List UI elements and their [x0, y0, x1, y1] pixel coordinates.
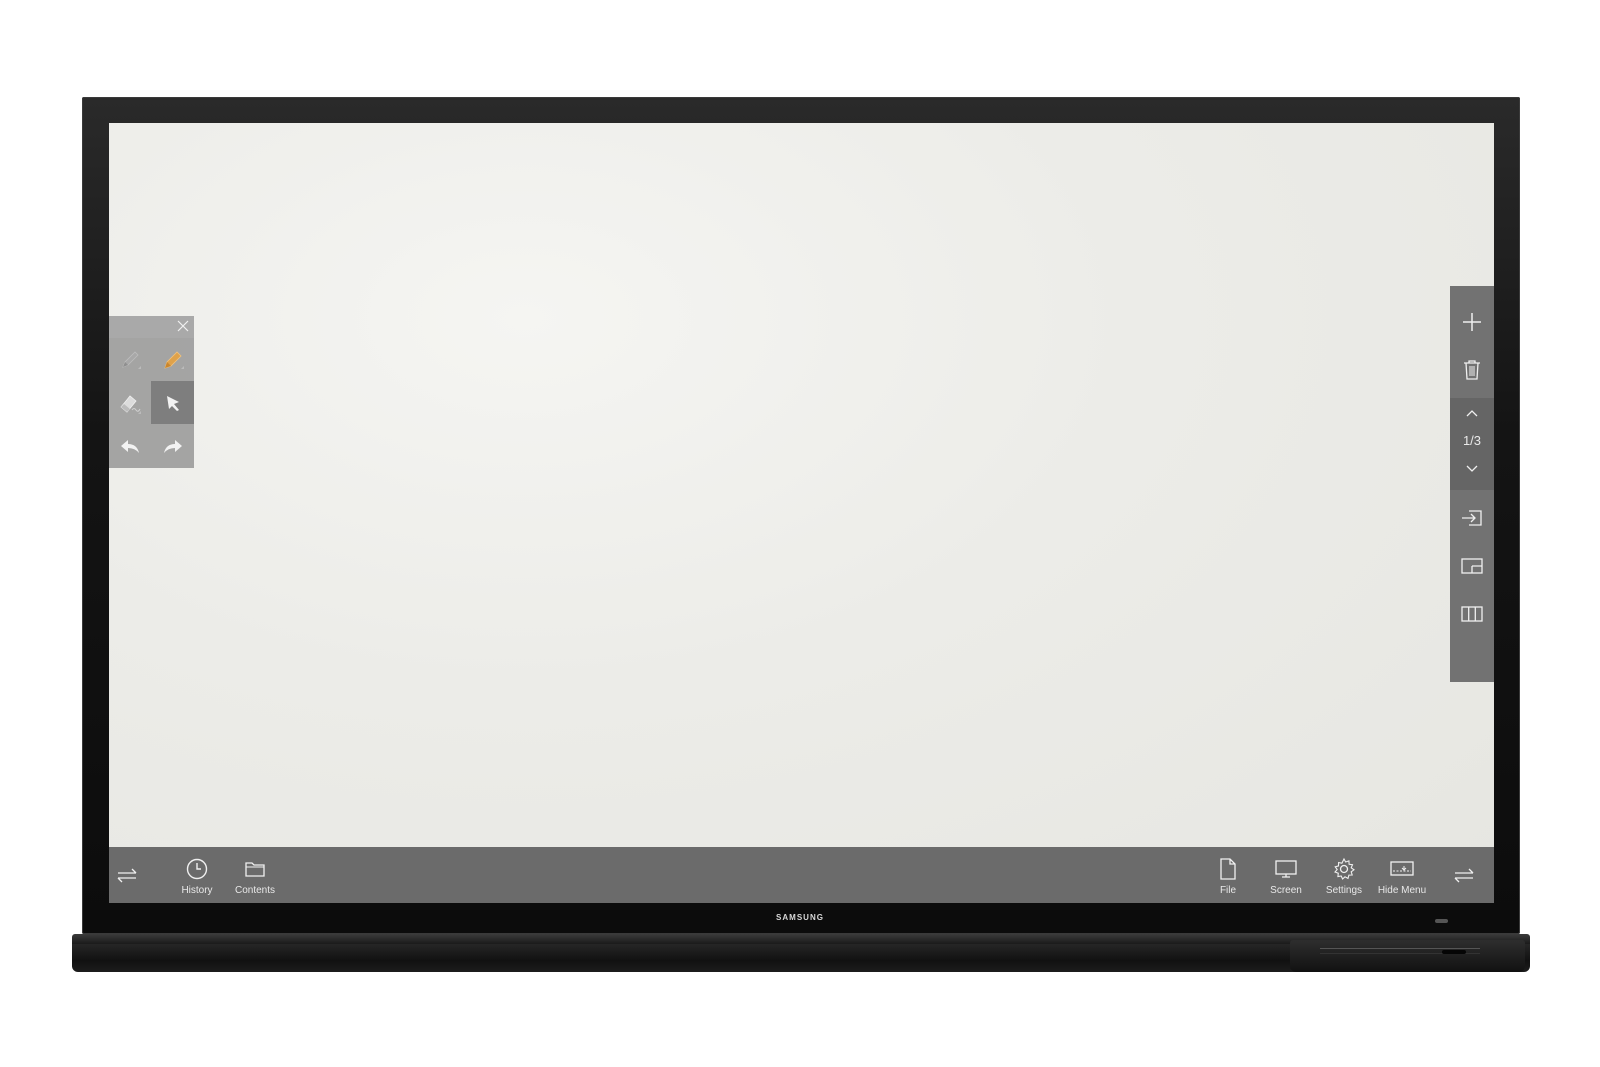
input-source-button[interactable]: [1450, 494, 1494, 542]
eraser-icon: [120, 394, 141, 414]
redo-button[interactable]: [151, 424, 194, 468]
side-panel: 1/3: [1450, 286, 1494, 682]
highlighter-icon: [163, 350, 184, 369]
brand-logo: SAMSUNG: [776, 913, 824, 922]
add-page-button[interactable]: [1450, 298, 1494, 346]
page-down-button[interactable]: [1450, 454, 1494, 484]
eraser-tool[interactable]: [109, 381, 151, 424]
file-button[interactable]: File: [1198, 847, 1258, 903]
gear-icon: [1334, 857, 1355, 880]
input-source-icon: [1462, 510, 1482, 526]
bottom-toolbar: History Contents File Screen Settings Hi…: [109, 847, 1494, 903]
pen-icon: [122, 350, 141, 369]
swap-arrows-icon: [117, 868, 137, 883]
history-label: History: [181, 885, 213, 896]
hide-menu-icon: [1390, 861, 1414, 876]
pip-button[interactable]: [1450, 542, 1494, 590]
delete-page-button[interactable]: [1450, 346, 1494, 394]
palette-header[interactable]: [109, 316, 194, 338]
picture-in-picture-icon: [1461, 558, 1483, 574]
highlighter-tool[interactable]: [151, 338, 194, 381]
whiteboard-screen: 1/3 History Contents File Screen Setting…: [109, 123, 1494, 903]
trash-icon: [1464, 360, 1480, 380]
swap-arrows-icon: [1454, 868, 1474, 883]
folder-icon: [245, 862, 265, 877]
multi-screen-button[interactable]: [1450, 590, 1494, 638]
chevron-down-icon: [1466, 465, 1478, 472]
select-arrow-icon: [166, 395, 179, 411]
page-indicator: 1/3: [1462, 433, 1482, 448]
settings-button[interactable]: Settings: [1314, 847, 1374, 903]
split-screen-icon: [1461, 606, 1483, 622]
control-panel: [1290, 940, 1525, 972]
monitor-icon: [1275, 860, 1297, 878]
undo-icon: [121, 440, 139, 453]
settings-label: Settings: [1325, 885, 1363, 896]
hide-menu-button[interactable]: Hide Menu: [1372, 847, 1432, 903]
page-navigator: 1/3: [1450, 398, 1494, 490]
redo-icon: [163, 440, 182, 453]
screen-button[interactable]: Screen: [1256, 847, 1316, 903]
hide-menu-label: Hide Menu: [1377, 885, 1427, 896]
select-tool[interactable]: [151, 381, 194, 424]
undo-button[interactable]: [109, 424, 151, 468]
clock-icon: [186, 858, 208, 880]
close-icon[interactable]: [176, 319, 190, 333]
tool-grid: [109, 338, 194, 468]
tool-palette: [109, 316, 194, 468]
file-icon: [1220, 858, 1236, 880]
swap-menu-left-button[interactable]: [109, 847, 145, 903]
drawing-canvas[interactable]: [109, 123, 1494, 847]
contents-button[interactable]: Contents: [225, 847, 285, 903]
contents-label: Contents: [234, 885, 276, 896]
control-slot: [1442, 950, 1466, 954]
screen-label: Screen: [1270, 885, 1302, 896]
history-button[interactable]: History: [167, 847, 227, 903]
plus-icon: [1463, 313, 1481, 331]
swap-menu-right-button[interactable]: [1442, 847, 1486, 903]
chevron-up-icon: [1466, 410, 1478, 417]
pen-tool[interactable]: [109, 338, 151, 381]
file-label: File: [1219, 885, 1237, 896]
page-up-button[interactable]: [1450, 398, 1494, 428]
